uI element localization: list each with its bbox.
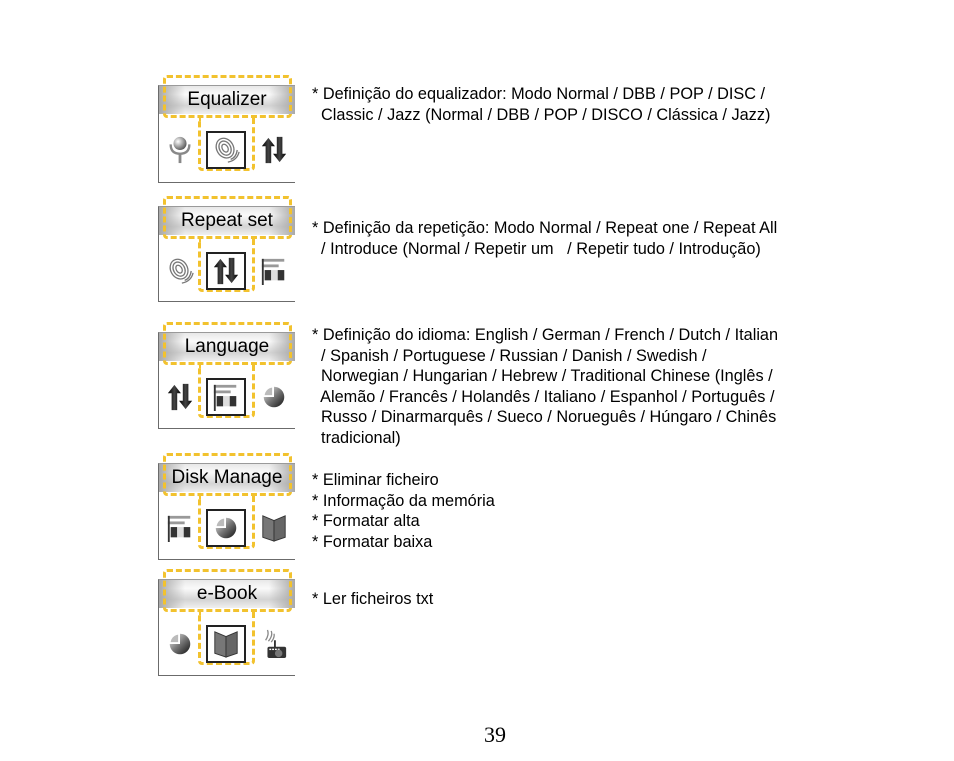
panel-title: Language — [184, 336, 270, 357]
section-description: * Definição do equalizador: Modo Normal … — [312, 84, 770, 125]
language-flag-icon — [258, 254, 290, 288]
page-number: 39 — [484, 722, 506, 747]
section-description: * Definição da repetição: Modo Normal / … — [312, 218, 777, 259]
description-line: Alemão / Francês / Holandês / Italiano /… — [312, 387, 775, 406]
description-line: Norwegian / Hungarian / Hebrew / Traditi… — [312, 367, 773, 385]
section-description: * Definição do idioma: English / German … — [312, 325, 778, 448]
panel-title: Equalizer — [187, 89, 267, 110]
description-line: * Definição do idioma: English / German … — [312, 326, 779, 344]
repeat-icon — [164, 380, 196, 414]
description-line: * Definição do equalizador: Modo Normal … — [312, 85, 766, 103]
description-line: / Introduce (Normal / Repetir um / Repet… — [312, 239, 761, 258]
language-flag-icon — [164, 511, 196, 545]
description-line: / Spanish / Portuguese / Russian / Danis… — [312, 346, 707, 365]
equalizer-icon — [164, 254, 196, 288]
repeat-icon[interactable] — [206, 252, 246, 290]
section-description: * Eliminar ficheiro * Informação da memó… — [312, 470, 495, 552]
language-flag-icon[interactable] — [206, 378, 246, 416]
menu-panel-equalizer: Equalizer — [158, 75, 295, 183]
disk-pie-icon — [164, 627, 196, 661]
repeat-icon — [258, 133, 290, 167]
menu-panel-repeat-set: Repeat set — [158, 196, 295, 302]
description-line: Classic / Jazz (Normal / DBB / POP / DIS… — [312, 105, 771, 124]
description-line: * Formatar alta — [312, 512, 420, 530]
panel-header: Disk Manage — [159, 464, 295, 492]
microphone-icon — [164, 133, 196, 167]
panel-title: Repeat set — [181, 210, 273, 231]
description-line: * Formatar baixa — [312, 532, 433, 551]
book-icon[interactable] — [206, 625, 246, 663]
panel-title: e-Book — [196, 583, 258, 604]
description-line: Russo / Dinarmarquês / Sueco / Norueguês… — [312, 408, 777, 426]
radio-icon — [258, 627, 290, 661]
description-line: * Eliminar ficheiro — [312, 471, 439, 489]
description-line: * Informação da memória — [312, 491, 495, 510]
disk-pie-icon[interactable] — [206, 509, 246, 547]
description-line: * Ler ficheiros txt — [312, 590, 434, 608]
description-line: tradicional) — [312, 428, 401, 447]
menu-panel-language: Language — [158, 322, 295, 429]
menu-panel-disk-manage: Disk Manage — [158, 453, 295, 560]
description-line: * Definição da repetição: Modo Normal / … — [312, 219, 778, 237]
section-description: * Ler ficheiros txt — [312, 589, 433, 610]
disk-pie-icon — [258, 380, 290, 414]
panel-title: Disk Manage — [171, 467, 283, 488]
equalizer-icon[interactable] — [206, 131, 246, 169]
book-icon — [258, 511, 290, 545]
menu-panel-ebook: e-Book — [158, 569, 295, 676]
